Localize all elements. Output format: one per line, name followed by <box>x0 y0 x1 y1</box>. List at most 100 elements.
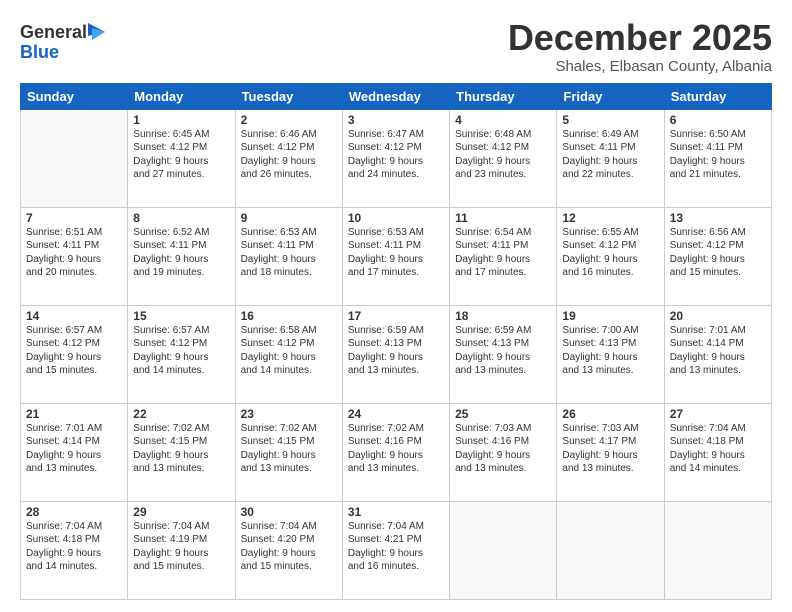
calendar-cell: 24Sunrise: 7:02 AM Sunset: 4:16 PM Dayli… <box>342 403 449 501</box>
calendar-table: SundayMondayTuesdayWednesdayThursdayFrid… <box>20 83 772 600</box>
day-number: 1 <box>133 113 229 127</box>
calendar-cell: 11Sunrise: 6:54 AM Sunset: 4:11 PM Dayli… <box>450 207 557 305</box>
title-block: December 2025 Shales, Elbasan County, Al… <box>508 18 772 75</box>
day-number: 20 <box>670 309 766 323</box>
day-number: 23 <box>241 407 337 421</box>
calendar-cell: 19Sunrise: 7:00 AM Sunset: 4:13 PM Dayli… <box>557 305 664 403</box>
day-info: Sunrise: 7:00 AM Sunset: 4:13 PM Dayligh… <box>562 324 658 378</box>
svg-text:Blue: Blue <box>20 42 59 62</box>
calendar-cell: 18Sunrise: 6:59 AM Sunset: 4:13 PM Dayli… <box>450 305 557 403</box>
calendar-cell: 15Sunrise: 6:57 AM Sunset: 4:12 PM Dayli… <box>128 305 235 403</box>
day-number: 15 <box>133 309 229 323</box>
day-number: 16 <box>241 309 337 323</box>
calendar-week-row: 1Sunrise: 6:45 AM Sunset: 4:12 PM Daylig… <box>21 109 772 207</box>
day-info: Sunrise: 7:04 AM Sunset: 4:21 PM Dayligh… <box>348 520 444 574</box>
calendar-cell: 7Sunrise: 6:51 AM Sunset: 4:11 PM Daylig… <box>21 207 128 305</box>
calendar-cell <box>664 501 771 599</box>
day-info: Sunrise: 7:03 AM Sunset: 4:16 PM Dayligh… <box>455 422 551 476</box>
day-number: 12 <box>562 211 658 225</box>
calendar-cell: 20Sunrise: 7:01 AM Sunset: 4:14 PM Dayli… <box>664 305 771 403</box>
calendar-cell: 30Sunrise: 7:04 AM Sunset: 4:20 PM Dayli… <box>235 501 342 599</box>
calendar-cell <box>450 501 557 599</box>
day-info: Sunrise: 6:53 AM Sunset: 4:11 PM Dayligh… <box>348 226 444 280</box>
day-info: Sunrise: 6:51 AM Sunset: 4:11 PM Dayligh… <box>26 226 122 280</box>
day-info: Sunrise: 6:56 AM Sunset: 4:12 PM Dayligh… <box>670 226 766 280</box>
day-info: Sunrise: 6:48 AM Sunset: 4:12 PM Dayligh… <box>455 128 551 182</box>
calendar-cell: 23Sunrise: 7:02 AM Sunset: 4:15 PM Dayli… <box>235 403 342 501</box>
day-info: Sunrise: 6:50 AM Sunset: 4:11 PM Dayligh… <box>670 128 766 182</box>
day-info: Sunrise: 6:46 AM Sunset: 4:12 PM Dayligh… <box>241 128 337 182</box>
day-info: Sunrise: 6:59 AM Sunset: 4:13 PM Dayligh… <box>455 324 551 378</box>
day-info: Sunrise: 6:52 AM Sunset: 4:11 PM Dayligh… <box>133 226 229 280</box>
calendar-cell: 2Sunrise: 6:46 AM Sunset: 4:12 PM Daylig… <box>235 109 342 207</box>
day-number: 17 <box>348 309 444 323</box>
day-number: 8 <box>133 211 229 225</box>
day-number: 28 <box>26 505 122 519</box>
header: GeneralBlue December 2025 Shales, Elbasa… <box>20 18 772 75</box>
calendar-week-row: 7Sunrise: 6:51 AM Sunset: 4:11 PM Daylig… <box>21 207 772 305</box>
calendar-cell: 13Sunrise: 6:56 AM Sunset: 4:12 PM Dayli… <box>664 207 771 305</box>
day-info: Sunrise: 6:49 AM Sunset: 4:11 PM Dayligh… <box>562 128 658 182</box>
day-info: Sunrise: 6:53 AM Sunset: 4:11 PM Dayligh… <box>241 226 337 280</box>
day-info: Sunrise: 7:01 AM Sunset: 4:14 PM Dayligh… <box>26 422 122 476</box>
day-of-week-header: Tuesday <box>235 83 342 109</box>
day-number: 4 <box>455 113 551 127</box>
day-number: 6 <box>670 113 766 127</box>
day-info: Sunrise: 6:57 AM Sunset: 4:12 PM Dayligh… <box>26 324 122 378</box>
day-number: 22 <box>133 407 229 421</box>
calendar-cell: 14Sunrise: 6:57 AM Sunset: 4:12 PM Dayli… <box>21 305 128 403</box>
day-info: Sunrise: 7:04 AM Sunset: 4:19 PM Dayligh… <box>133 520 229 574</box>
calendar-cell: 29Sunrise: 7:04 AM Sunset: 4:19 PM Dayli… <box>128 501 235 599</box>
logo-svg: GeneralBlue <box>20 18 110 63</box>
day-number: 14 <box>26 309 122 323</box>
calendar-cell: 21Sunrise: 7:01 AM Sunset: 4:14 PM Dayli… <box>21 403 128 501</box>
calendar-header-row: SundayMondayTuesdayWednesdayThursdayFrid… <box>21 83 772 109</box>
calendar-cell: 5Sunrise: 6:49 AM Sunset: 4:11 PM Daylig… <box>557 109 664 207</box>
calendar-cell: 17Sunrise: 6:59 AM Sunset: 4:13 PM Dayli… <box>342 305 449 403</box>
day-info: Sunrise: 7:02 AM Sunset: 4:15 PM Dayligh… <box>133 422 229 476</box>
day-info: Sunrise: 7:03 AM Sunset: 4:17 PM Dayligh… <box>562 422 658 476</box>
calendar-week-row: 14Sunrise: 6:57 AM Sunset: 4:12 PM Dayli… <box>21 305 772 403</box>
day-info: Sunrise: 6:45 AM Sunset: 4:12 PM Dayligh… <box>133 128 229 182</box>
calendar-cell: 9Sunrise: 6:53 AM Sunset: 4:11 PM Daylig… <box>235 207 342 305</box>
calendar-cell: 27Sunrise: 7:04 AM Sunset: 4:18 PM Dayli… <box>664 403 771 501</box>
day-info: Sunrise: 7:04 AM Sunset: 4:18 PM Dayligh… <box>26 520 122 574</box>
day-info: Sunrise: 6:47 AM Sunset: 4:12 PM Dayligh… <box>348 128 444 182</box>
day-number: 19 <box>562 309 658 323</box>
calendar-cell <box>21 109 128 207</box>
day-number: 26 <box>562 407 658 421</box>
subtitle: Shales, Elbasan County, Albania <box>508 58 772 75</box>
calendar-week-row: 28Sunrise: 7:04 AM Sunset: 4:18 PM Dayli… <box>21 501 772 599</box>
day-of-week-header: Wednesday <box>342 83 449 109</box>
day-info: Sunrise: 7:04 AM Sunset: 4:18 PM Dayligh… <box>670 422 766 476</box>
calendar-cell: 1Sunrise: 6:45 AM Sunset: 4:12 PM Daylig… <box>128 109 235 207</box>
calendar-cell: 16Sunrise: 6:58 AM Sunset: 4:12 PM Dayli… <box>235 305 342 403</box>
day-number: 10 <box>348 211 444 225</box>
logo: GeneralBlue <box>20 18 110 63</box>
day-number: 9 <box>241 211 337 225</box>
day-info: Sunrise: 7:02 AM Sunset: 4:16 PM Dayligh… <box>348 422 444 476</box>
calendar-cell: 22Sunrise: 7:02 AM Sunset: 4:15 PM Dayli… <box>128 403 235 501</box>
day-info: Sunrise: 6:57 AM Sunset: 4:12 PM Dayligh… <box>133 324 229 378</box>
day-number: 24 <box>348 407 444 421</box>
day-number: 5 <box>562 113 658 127</box>
day-number: 18 <box>455 309 551 323</box>
calendar-cell: 25Sunrise: 7:03 AM Sunset: 4:16 PM Dayli… <box>450 403 557 501</box>
calendar-cell: 31Sunrise: 7:04 AM Sunset: 4:21 PM Dayli… <box>342 501 449 599</box>
calendar-cell: 6Sunrise: 6:50 AM Sunset: 4:11 PM Daylig… <box>664 109 771 207</box>
day-info: Sunrise: 6:55 AM Sunset: 4:12 PM Dayligh… <box>562 226 658 280</box>
day-number: 30 <box>241 505 337 519</box>
day-info: Sunrise: 6:59 AM Sunset: 4:13 PM Dayligh… <box>348 324 444 378</box>
calendar-cell: 12Sunrise: 6:55 AM Sunset: 4:12 PM Dayli… <box>557 207 664 305</box>
day-number: 2 <box>241 113 337 127</box>
day-number: 25 <box>455 407 551 421</box>
day-of-week-header: Saturday <box>664 83 771 109</box>
day-number: 11 <box>455 211 551 225</box>
day-info: Sunrise: 6:54 AM Sunset: 4:11 PM Dayligh… <box>455 226 551 280</box>
calendar-cell: 4Sunrise: 6:48 AM Sunset: 4:12 PM Daylig… <box>450 109 557 207</box>
day-of-week-header: Sunday <box>21 83 128 109</box>
day-of-week-header: Friday <box>557 83 664 109</box>
page: GeneralBlue December 2025 Shales, Elbasa… <box>0 0 792 612</box>
day-of-week-header: Monday <box>128 83 235 109</box>
day-number: 7 <box>26 211 122 225</box>
